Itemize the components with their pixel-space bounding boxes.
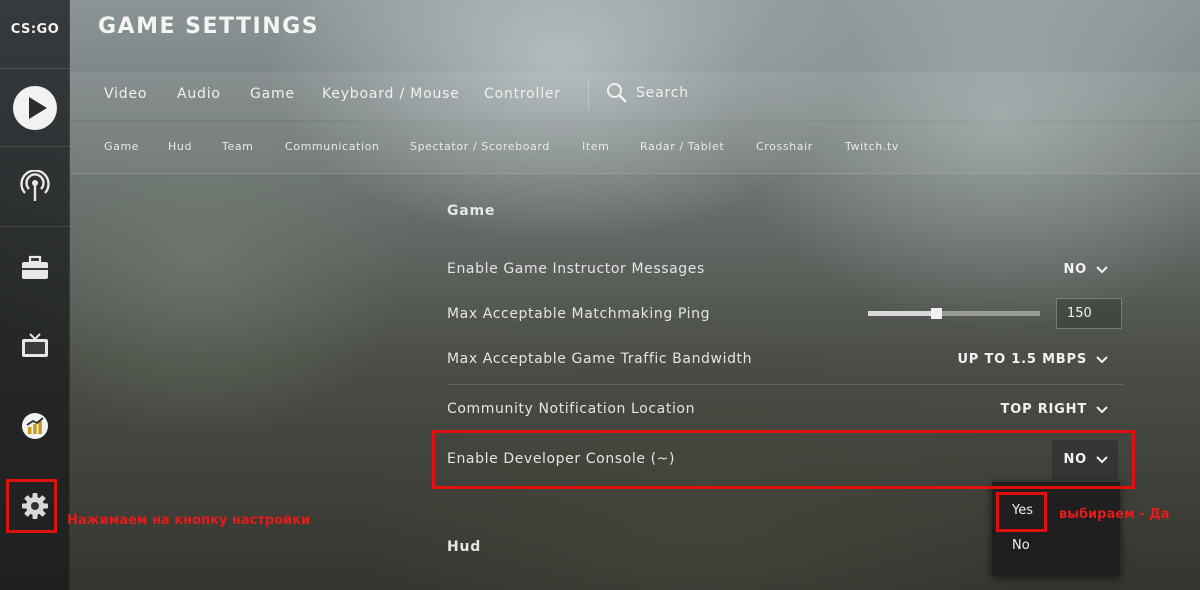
csgo-logo: CS:GO <box>10 22 60 37</box>
briefcase-icon <box>22 255 48 279</box>
subtab-hud[interactable]: Hud <box>168 140 192 153</box>
ping-slider-fill <box>868 311 937 316</box>
search-icon <box>607 83 627 103</box>
subtab-radar-tablet[interactable]: Radar / Tablet <box>640 140 724 153</box>
sidebar-item-watch[interactable] <box>0 316 70 376</box>
tv-icon <box>22 333 48 357</box>
sidebar-item-inventory[interactable] <box>0 238 70 298</box>
section-title-game: Game <box>447 203 496 219</box>
setting-label-ping: Max Acceptable Matchmaking Ping <box>447 306 711 322</box>
setting-label-bandwidth: Max Acceptable Game Traffic Bandwidth <box>447 351 753 367</box>
dropdown-option-no[interactable]: No <box>1012 538 1030 553</box>
sidebar-item-broadcast[interactable] <box>0 156 70 216</box>
top-tabs: Video Audio Game Keyboard / Mouse Contro… <box>70 72 1200 120</box>
setting-select-notification[interactable]: TOP RIGHT <box>1001 402 1108 417</box>
subtab-game[interactable]: Game <box>104 140 139 153</box>
chart-icon <box>22 413 48 439</box>
setting-label-instructor: Enable Game Instructor Messages <box>447 261 705 277</box>
setting-select-instructor[interactable]: NO <box>1063 262 1108 277</box>
subtab-communication[interactable]: Communication <box>285 140 380 153</box>
sidebar-item-stats[interactable] <box>0 396 70 456</box>
tab-controller[interactable]: Controller <box>484 86 561 102</box>
chevron-down-icon <box>1096 405 1108 413</box>
highlight-settings-button <box>6 479 57 533</box>
play-icon <box>13 86 57 130</box>
section-title-hud: Hud <box>447 539 482 555</box>
subtab-twitch[interactable]: Twitch.tv <box>845 140 899 153</box>
chevron-down-icon <box>1096 265 1108 273</box>
setting-select-bandwidth[interactable]: UP TO 1.5 MBPS <box>957 352 1108 367</box>
annotation-settings-hint: Нажимаем на кнопку настройки <box>67 513 311 528</box>
ping-slider[interactable] <box>868 308 1040 319</box>
tab-game[interactable]: Game <box>250 86 295 102</box>
setting-value-notification: TOP RIGHT <box>1000 402 1087 417</box>
sidebar-divider <box>0 226 70 227</box>
search-button[interactable]: Search <box>606 82 689 104</box>
row-divider <box>447 384 1123 385</box>
antenna-icon <box>20 170 50 201</box>
subtab-crosshair[interactable]: Crosshair <box>756 140 813 153</box>
subtab-team[interactable]: Team <box>222 140 253 153</box>
tab-video[interactable]: Video <box>104 86 147 102</box>
setting-value-instructor: NO <box>1063 262 1087 277</box>
tab-divider <box>588 80 589 110</box>
ping-slider-handle[interactable] <box>931 308 942 319</box>
tab-audio[interactable]: Audio <box>177 86 221 102</box>
sidebar-divider <box>0 146 70 147</box>
sub-tabs: Game Hud Team Communication Spectator / … <box>70 122 1200 174</box>
highlight-dev-console <box>432 430 1135 489</box>
search-label: Search <box>636 85 689 101</box>
setting-label-notification: Community Notification Location <box>447 401 696 417</box>
sidebar-item-play[interactable] <box>0 78 70 138</box>
annotation-choose-yes: выбираем - Да <box>1059 507 1170 522</box>
subtab-item[interactable]: Item <box>582 140 609 153</box>
page-title: GAME SETTINGS <box>98 14 320 39</box>
tab-keyboard-mouse[interactable]: Keyboard / Mouse <box>322 86 460 102</box>
setting-value-bandwidth: UP TO 1.5 MBPS <box>957 352 1087 367</box>
ping-value-input[interactable]: 150 <box>1056 298 1122 329</box>
chevron-down-icon <box>1096 355 1108 363</box>
subtab-spectator-scoreboard[interactable]: Spectator / Scoreboard <box>410 140 550 153</box>
sidebar-divider <box>0 68 70 69</box>
highlight-yes-option <box>996 492 1047 532</box>
